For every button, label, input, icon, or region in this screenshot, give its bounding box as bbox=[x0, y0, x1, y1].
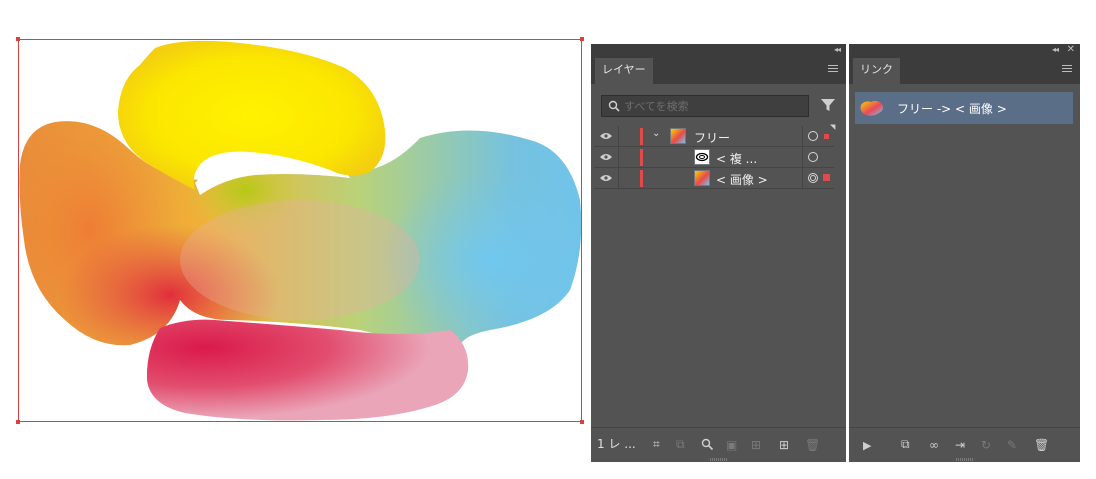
target-circle-icon[interactable] bbox=[808, 131, 818, 141]
link-item[interactable]: フリー -> < 画像 > bbox=[855, 92, 1073, 124]
column-divider bbox=[618, 168, 619, 188]
delete-icon[interactable]: 🗑 bbox=[1034, 438, 1049, 452]
close-icon[interactable]: ✕ bbox=[1067, 44, 1075, 55]
corner-triangle-icon: ◥ bbox=[830, 123, 836, 131]
column-divider bbox=[802, 168, 803, 188]
target-double-circle-icon[interactable] bbox=[808, 173, 818, 183]
selected-art-square[interactable] bbox=[824, 134, 829, 139]
links-footer: ▶ ⧉ ∞ ⇥ ↻ ✎ 🗑 bbox=[849, 427, 1080, 462]
layer-name[interactable]: フリー bbox=[694, 129, 730, 146]
layers-footer: 1 レ ... ⌗ ⧉ ▣ ⊞ ⊞ 🗑 bbox=[591, 427, 846, 462]
resize-grip[interactable] bbox=[709, 458, 728, 461]
tab-links[interactable]: リンク bbox=[853, 58, 900, 84]
layer-count-status: 1 レ ... bbox=[597, 437, 636, 451]
export-icon[interactable]: ⧉ bbox=[676, 437, 685, 452]
selection-handle[interactable] bbox=[16, 420, 20, 424]
image-thumbnail bbox=[694, 170, 710, 186]
update-link-icon[interactable]: ↻ bbox=[981, 438, 991, 452]
layer-row[interactable]: ⌄ フリー ◥ bbox=[594, 123, 836, 147]
filter-funnel-icon[interactable] bbox=[821, 98, 835, 112]
panel-menu-icon[interactable] bbox=[1062, 65, 1072, 74]
chevron-down-icon[interactable]: ⌄ bbox=[652, 128, 660, 139]
layer-row[interactable]: < 複 ... bbox=[594, 147, 834, 168]
layer-name[interactable]: < 画像 > bbox=[716, 171, 768, 188]
make-clipping-mask-icon[interactable]: ▣ bbox=[726, 438, 737, 452]
links-panel: ◂◂ ✕ リンク フリー -> < 画像 > ▶ ⧉ ∞ ⇥ ↻ ✎ 🗑 bbox=[849, 44, 1080, 462]
layers-search-field[interactable] bbox=[601, 95, 809, 117]
compound-path-thumbnail bbox=[694, 149, 710, 165]
layer-color-bar bbox=[640, 170, 643, 187]
search-input[interactable] bbox=[624, 98, 804, 114]
selection-handle[interactable] bbox=[580, 420, 584, 424]
visibility-eye-icon[interactable] bbox=[600, 132, 612, 140]
selected-art-square[interactable] bbox=[823, 174, 830, 181]
relink-icon[interactable]: ∞ bbox=[929, 438, 939, 452]
layers-tab-bar: レイヤー bbox=[591, 56, 846, 84]
delete-icon[interactable]: 🗑 bbox=[805, 438, 820, 452]
tab-layers[interactable]: レイヤー bbox=[595, 58, 653, 84]
layer-color-bar bbox=[640, 149, 643, 166]
edit-original-icon[interactable]: ✎ bbox=[1007, 438, 1017, 452]
resize-grip[interactable] bbox=[955, 458, 974, 461]
panel-header-strip: ◂◂ bbox=[591, 44, 846, 56]
collapse-panel-icon[interactable]: ◂◂ bbox=[1052, 45, 1059, 54]
column-divider bbox=[802, 147, 803, 167]
column-divider bbox=[802, 126, 803, 146]
column-divider bbox=[618, 147, 619, 167]
layer-row[interactable]: < 画像 > bbox=[594, 168, 834, 189]
layer-name[interactable]: < 複 ... bbox=[716, 150, 757, 167]
selection-handle[interactable] bbox=[16, 37, 20, 41]
show-info-icon[interactable]: ▶ bbox=[863, 439, 871, 452]
collect-for-export-icon[interactable]: ⌗ bbox=[653, 437, 660, 452]
layer-thumbnail bbox=[670, 128, 686, 144]
links-tab-bar: リンク bbox=[849, 56, 1080, 84]
panel-header-strip: ◂◂ ✕ bbox=[849, 44, 1080, 56]
column-divider bbox=[618, 126, 619, 146]
visibility-eye-icon[interactable] bbox=[600, 153, 612, 161]
artboard[interactable] bbox=[0, 0, 590, 479]
visibility-eye-icon[interactable] bbox=[600, 174, 612, 182]
link-thumbnail bbox=[860, 100, 883, 116]
link-name: フリー -> < 画像 > bbox=[897, 102, 1007, 116]
search-icon bbox=[608, 100, 620, 112]
layer-color-bar bbox=[640, 128, 643, 145]
layers-panel: ◂◂ レイヤー ⌄ フリー ◥ bbox=[591, 44, 846, 462]
locate-object-icon[interactable] bbox=[701, 438, 714, 451]
panel-menu-icon[interactable] bbox=[828, 65, 838, 74]
relink-from-cc-icon[interactable]: ⧉ bbox=[901, 437, 910, 452]
collapse-panel-icon[interactable]: ◂◂ bbox=[834, 45, 841, 54]
create-sublayer-icon[interactable]: ⊞ bbox=[751, 438, 761, 452]
new-layer-icon[interactable]: ⊞ bbox=[779, 438, 789, 452]
selection-handle[interactable] bbox=[580, 37, 584, 41]
selection-bounding-box[interactable] bbox=[18, 39, 582, 422]
target-circle-icon[interactable] bbox=[808, 152, 818, 162]
go-to-link-icon[interactable]: ⇥ bbox=[955, 438, 965, 452]
